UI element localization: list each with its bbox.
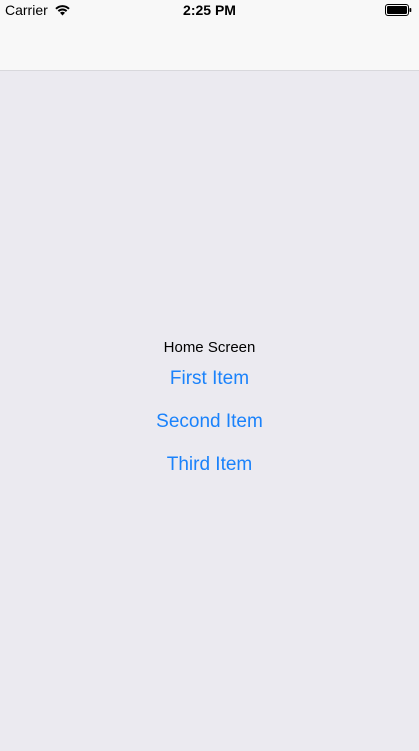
screen-title: Home Screen (163, 339, 256, 356)
navigation-bar (0, 22, 419, 71)
first-item-link[interactable]: First Item (0, 368, 419, 390)
third-item-link[interactable]: Third Item (0, 454, 419, 476)
status-bar: Carrier 2:25 PM (0, 0, 419, 22)
second-item-link[interactable]: Second Item (0, 411, 419, 433)
status-time: 2:25 PM (183, 2, 236, 18)
battery-icon (385, 4, 412, 16)
